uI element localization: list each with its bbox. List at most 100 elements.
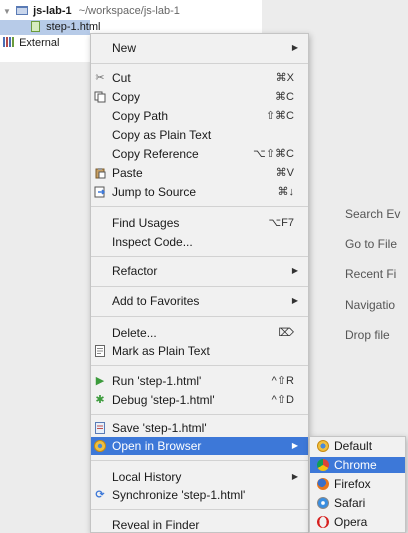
jump-to-source-icon (94, 186, 106, 198)
run-icon: ▶ (95, 375, 105, 387)
menu-item-delete[interactable]: Delete... ⌦ (91, 324, 308, 342)
menu-item-mark-as-plain-text[interactable]: Mark as Plain Text (91, 342, 308, 360)
menu-shortcut: ⌦ (278, 327, 294, 339)
menu-separator (91, 206, 308, 207)
menu-shortcut: ⌘V (275, 167, 294, 179)
menu-item-copy-plain-text[interactable]: Copy as Plain Text (91, 126, 308, 144)
menu-label: Copy as Plain Text (112, 128, 212, 142)
tree-row-selected-file[interactable]: step-1.html (0, 20, 100, 35)
menu-item-copy-reference[interactable]: Copy Reference ⌥⇧⌘C (91, 145, 308, 163)
menu-item-run[interactable]: ▶ Run 'step-1.html' ^⇧R (91, 372, 308, 390)
menu-label: Add to Favorites (112, 294, 200, 308)
html-file-icon (94, 422, 106, 434)
menu-separator (91, 316, 308, 317)
submenu-label: Safari (334, 496, 366, 510)
menu-separator (91, 460, 308, 461)
menu-item-cut[interactable]: ✂ Cut ⌘X (91, 69, 308, 87)
project-name: js-lab-1 (33, 5, 72, 17)
menu-shortcut: ⌘↓ (277, 186, 295, 198)
chrome-icon (317, 459, 329, 471)
hint-go-to-file: Go to File (345, 237, 398, 251)
tree-row-external-libraries[interactable]: External (0, 36, 59, 51)
plain-text-icon (94, 345, 106, 357)
menu-label: Inspect Code... (112, 235, 193, 249)
menu-item-paste[interactable]: Paste ⌘V (91, 164, 308, 182)
submenu-item-chrome[interactable]: Chrome (310, 457, 405, 473)
expand-arrow-icon[interactable]: ▼ (3, 4, 13, 19)
submenu-item-opera[interactable]: Opera (310, 514, 405, 530)
menu-item-synchronize[interactable]: ⟳ Synchronize 'step-1.html' (91, 486, 308, 504)
browser-submenu: Default Chrome Firefox Safari Opera (309, 436, 406, 533)
submenu-arrow-icon: ▶ (291, 266, 298, 275)
menu-label: Refactor (112, 264, 158, 278)
folder-icon (16, 6, 29, 15)
menu-separator (91, 414, 308, 415)
debug-bug-icon: ✱ (95, 394, 105, 406)
menu-shortcut: ⇧⌘C (265, 110, 294, 122)
library-icon (3, 37, 14, 47)
menu-label: Find Usages (112, 216, 180, 230)
menu-item-add-to-favorites[interactable]: Add to Favorites ▶ (91, 292, 308, 310)
menu-item-save[interactable]: Save 'step-1.html' (91, 419, 308, 437)
menu-separator (91, 365, 308, 366)
submenu-label: Opera (334, 515, 368, 529)
menu-label: Copy Reference (112, 147, 199, 161)
hint-navigation-bar: Navigatio (345, 298, 396, 312)
menu-item-open-in-browser[interactable]: Open in Browser ▶ (91, 437, 308, 455)
menu-shortcut: ⌥F7 (268, 217, 294, 229)
firefox-icon (317, 478, 329, 490)
menu-item-find-usages[interactable]: Find Usages ⌥F7 (91, 214, 308, 232)
menu-separator (91, 256, 308, 257)
browser-globe-icon (94, 440, 106, 452)
external-libraries-label: External (19, 37, 60, 49)
submenu-arrow-icon: ▶ (291, 472, 298, 481)
menu-item-debug[interactable]: ✱ Debug 'step-1.html' ^⇧D (91, 391, 308, 409)
menu-shortcut: ⌘X (275, 72, 294, 84)
menu-label: Reveal in Finder (112, 518, 200, 532)
menu-label: Save 'step-1.html' (112, 421, 207, 435)
menu-label: Local History (112, 470, 182, 484)
hint-search-everywhere: Search Ev (345, 207, 401, 221)
menu-separator (91, 509, 308, 510)
menu-separator (91, 286, 308, 287)
menu-item-new[interactable]: New ▶ (91, 39, 308, 57)
menu-item-refactor[interactable]: Refactor ▶ (91, 262, 308, 280)
menu-label: New (112, 41, 137, 55)
menu-shortcut: ^⇧R (271, 375, 294, 387)
menu-label: Mark as Plain Text (112, 344, 210, 358)
hint-recent-files: Recent Fi (345, 267, 397, 281)
submenu-item-default[interactable]: Default (310, 438, 405, 454)
opera-icon (317, 516, 329, 528)
menu-label: Debug 'step-1.html' (112, 393, 215, 407)
menu-label: Synchronize 'step-1.html' (112, 488, 246, 502)
submenu-label: Default (334, 439, 373, 453)
submenu-arrow-icon: ▶ (291, 296, 298, 305)
submenu-label: Firefox (334, 477, 371, 491)
submenu-arrow-icon: ▶ (291, 43, 298, 52)
menu-label: Copy Path (112, 109, 169, 123)
menu-item-jump-to-source[interactable]: Jump to Source ⌘↓ (91, 183, 308, 201)
menu-item-local-history[interactable]: Local History ▶ (91, 468, 308, 486)
menu-separator (91, 63, 308, 64)
paste-icon (94, 167, 106, 179)
menu-label: Paste (112, 166, 143, 180)
menu-item-copy[interactable]: Copy ⌘C (91, 88, 308, 106)
menu-item-copy-path[interactable]: Copy Path ⇧⌘C (91, 107, 308, 125)
menu-item-reveal-in-finder[interactable]: Reveal in Finder (91, 516, 308, 533)
menu-shortcut: ^⇧D (271, 394, 294, 406)
submenu-item-firefox[interactable]: Firefox (310, 476, 405, 492)
menu-label: Jump to Source (112, 185, 197, 199)
default-browser-icon (317, 440, 329, 452)
copy-icon (94, 91, 106, 103)
safari-compass-icon (317, 497, 329, 509)
menu-item-inspect-code[interactable]: Inspect Code... (91, 233, 308, 251)
tree-row-project[interactable]: ▼ js-lab-1 ~/workspace/js-lab-1 (0, 4, 180, 19)
submenu-label: Chrome (334, 458, 377, 472)
scissors-icon: ✂ (95, 72, 105, 84)
menu-shortcut: ⌘C (275, 91, 294, 103)
submenu-item-safari[interactable]: Safari (310, 495, 405, 511)
menu-label: Cut (112, 71, 131, 85)
synchronize-icon: ⟳ (95, 489, 105, 501)
menu-label: Open in Browser (112, 439, 202, 453)
hint-drop-files: Drop file (345, 328, 390, 342)
